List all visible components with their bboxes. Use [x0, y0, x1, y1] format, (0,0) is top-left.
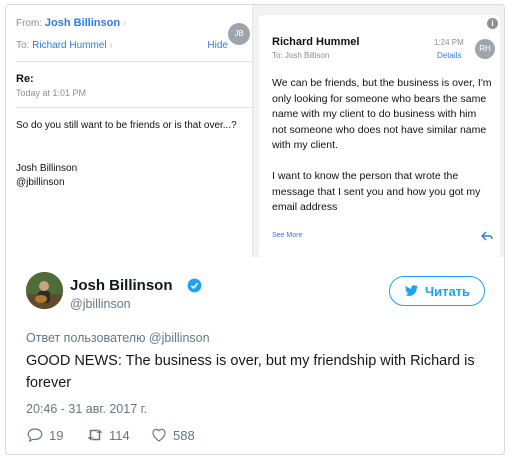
tweet-author-handle[interactable]: @jbillinson [70, 297, 131, 311]
email-body: So do you still want to be friends or is… [16, 120, 237, 131]
twitter-bird-icon [404, 285, 419, 296]
divider [16, 61, 252, 62]
reply-context[interactable]: Ответ пользователю @jbillinson [26, 331, 210, 345]
reply-time: 1:24 PM [434, 38, 464, 47]
reply-count: 19 [49, 427, 64, 443]
retweet-icon [87, 429, 103, 441]
signature-handle: @jbillinson [16, 177, 65, 188]
reply-body: We can be friends, but the business is o… [272, 76, 492, 216]
reply-icon [27, 428, 43, 443]
to-label: To: [16, 40, 30, 51]
retweet-count: 114 [109, 427, 130, 443]
follow-label: Читать [424, 283, 471, 299]
from-name[interactable]: Josh Billinson [45, 17, 120, 29]
email-date: Today at 1:01 PM [16, 88, 87, 98]
heart-icon [152, 428, 166, 442]
profile-avatar[interactable] [26, 272, 63, 309]
reply-avatar: RH [475, 39, 495, 59]
embedded-tweet-card: From: Josh Billinson › To: Richard Humme… [5, 4, 505, 455]
see-more-link[interactable]: See More [272, 232, 302, 239]
sender-avatar: JB [228, 23, 250, 45]
like-count: 588 [173, 427, 195, 443]
like-action[interactable]: 588 [150, 426, 195, 444]
info-icon[interactable]: i [487, 18, 498, 29]
verified-icon [187, 278, 202, 293]
email-from-row: From: Josh Billinson › [16, 17, 244, 29]
tweet-author-name[interactable]: Josh Billinson [70, 277, 173, 294]
reply-action[interactable]: 19 [26, 426, 63, 444]
reply-to-line: To: Josh Billison [272, 51, 330, 60]
email-subject: Re: [16, 73, 34, 85]
follow-button[interactable]: Читать [389, 276, 485, 306]
divider [16, 107, 252, 108]
tweet-text: GOOD NEWS: The business is over, but my … [26, 353, 475, 391]
to-name[interactable]: Richard Hummel [32, 40, 106, 51]
reply-icon[interactable] [481, 231, 493, 241]
reply-paragraph-2: I want to know the person that wrote the… [272, 170, 481, 213]
from-label: From: [16, 18, 43, 29]
retweet-action[interactable]: 114 [86, 426, 130, 444]
email-left-panel: From: Josh Billinson › To: Richard Humme… [6, 5, 253, 257]
email-screenshots: From: Josh Billinson › To: Richard Humme… [6, 5, 504, 257]
chevron-right-icon: › [109, 40, 113, 51]
tweet-timestamp[interactable]: 20:46 - 31 авг. 2017 г. [26, 402, 147, 416]
email-right-panel: Richard Hummel To: Josh Billison 1:24 PM… [259, 15, 500, 257]
signature-name: Josh Billinson [16, 163, 78, 174]
hide-link[interactable]: Hide [207, 40, 228, 51]
chevron-right-icon: › [122, 18, 127, 29]
reply-sender: Richard Hummel [272, 36, 360, 48]
reply-paragraph-1: We can be friends, but the business is o… [272, 77, 492, 151]
details-link[interactable]: Details [437, 51, 461, 60]
